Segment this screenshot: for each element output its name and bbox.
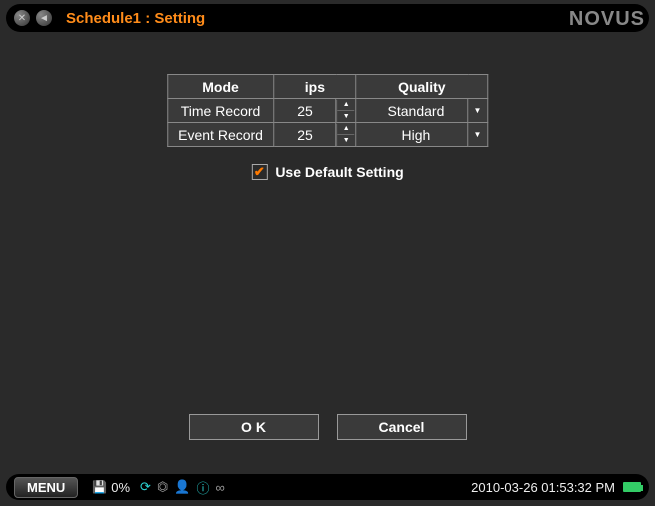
dropdown-icon[interactable]: ▼ xyxy=(469,124,487,146)
brand-logo: NOVUS xyxy=(569,8,645,31)
default-setting-checkbox[interactable]: ✔ xyxy=(251,164,267,180)
battery-icon xyxy=(623,482,641,492)
cancel-button[interactable]: Cancel xyxy=(337,414,467,440)
chevron-down-icon[interactable]: ▼ xyxy=(338,135,355,146)
table-row: Time Record 25 ▲ ▼ Standard ▼ xyxy=(167,99,488,123)
datetime: 2010-03-26 01:53:32 PM xyxy=(471,480,615,495)
default-setting-row: ✔ Use Default Setting xyxy=(251,164,403,180)
table-header-row: Mode ips Quality xyxy=(167,75,488,99)
info-icon: ⓘ xyxy=(196,478,209,497)
statusbar: MENU 💾 0% ⟳ ⏣ 👤 ⓘ ∞ 2010-03-26 01:53:32 … xyxy=(6,474,649,500)
ips-value: 25 xyxy=(274,123,336,147)
back-icon[interactable]: ◄ xyxy=(36,10,52,26)
table-row: Event Record 25 ▲ ▼ High ▼ xyxy=(167,123,488,147)
ips-value: 25 xyxy=(274,99,336,123)
ips-spinner[interactable]: ▲ ▼ xyxy=(337,124,355,146)
status-icons: ⟳ ⏣ 👤 ⓘ ∞ xyxy=(140,478,225,497)
chevron-down-icon[interactable]: ▼ xyxy=(338,111,355,122)
window-title: Schedule1 : Setting xyxy=(66,10,205,27)
ips-spinner[interactable]: ▲ ▼ xyxy=(337,100,355,122)
settings-table: Mode ips Quality Time Record 25 ▲ ▼ Stan… xyxy=(167,74,489,147)
ok-button[interactable]: O K xyxy=(189,414,319,440)
chevron-up-icon[interactable]: ▲ xyxy=(338,124,355,136)
titlebar: ✕ ◄ Schedule1 : Setting xyxy=(6,4,649,32)
quality-value[interactable]: Standard xyxy=(356,99,468,123)
link-icon: ∞ xyxy=(216,480,225,495)
close-icon[interactable]: ✕ xyxy=(14,10,30,26)
user-icon: 👤 xyxy=(174,479,190,495)
header-ips: ips xyxy=(274,75,356,99)
default-setting-label: Use Default Setting xyxy=(275,164,403,180)
header-mode: Mode xyxy=(167,75,274,99)
disk-icon: 💾 xyxy=(92,480,107,494)
quality-value[interactable]: High xyxy=(356,123,468,147)
network-icon: ⏣ xyxy=(157,479,168,495)
mode-cell: Time Record xyxy=(167,99,274,123)
chevron-up-icon[interactable]: ▲ xyxy=(338,100,355,112)
mode-cell: Event Record xyxy=(167,123,274,147)
dropdown-icon[interactable]: ▼ xyxy=(469,100,487,122)
header-quality: Quality xyxy=(356,75,488,99)
menu-button[interactable]: MENU xyxy=(14,477,78,498)
button-row: O K Cancel xyxy=(189,414,467,440)
sync-icon: ⟳ xyxy=(140,479,151,495)
main-panel: Mode ips Quality Time Record 25 ▲ ▼ Stan… xyxy=(6,40,649,450)
disk-usage: 0% xyxy=(111,480,130,495)
